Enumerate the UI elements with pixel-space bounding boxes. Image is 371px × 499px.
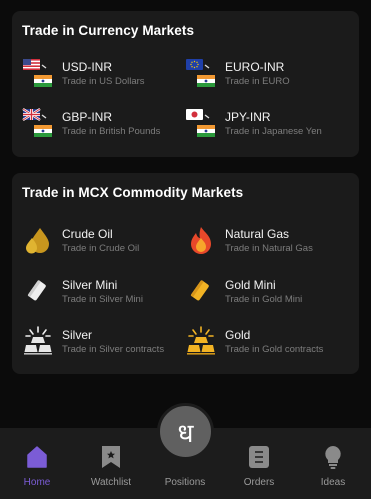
- gold-name: Gold: [225, 328, 251, 342]
- nav-watchlist-label: Watchlist: [90, 477, 132, 488]
- home-icon: [27, 446, 47, 468]
- silver-mini-item[interactable]: Silver Mini Trade in Silver Mini: [22, 275, 187, 309]
- silver-item[interactable]: Silver Trade in Silver contracts: [22, 325, 187, 359]
- gbp-inr-flags-icon: [22, 107, 52, 137]
- orders-icon: [249, 446, 269, 468]
- euro-inr-flags-icon: [186, 59, 215, 87]
- euro-inr-item[interactable]: EURO-INR Trade in EURO: [185, 57, 350, 91]
- gold-bars-stack-icon: [187, 326, 215, 355]
- nav-orders-label: Orders: [243, 477, 275, 488]
- silver-mini-subtitle: Trade in Silver Mini: [62, 294, 143, 305]
- flame-icon: [191, 227, 211, 254]
- usd-inr-item[interactable]: USD-INR Trade in US Dollars: [22, 57, 187, 91]
- positions-fab-button[interactable]: ध: [157, 403, 214, 460]
- natural-gas-item[interactable]: Natural Gas Trade in Natural Gas: [185, 224, 350, 258]
- gold-mini-subtitle: Trade in Gold Mini: [225, 294, 303, 305]
- nav-home[interactable]: Home: [0, 428, 74, 499]
- gold-mini-name: Gold Mini: [225, 278, 276, 292]
- gold-subtitle: Trade in Gold contracts: [225, 344, 324, 355]
- usd-inr-subtitle: Trade in US Dollars: [62, 76, 145, 87]
- usd-inr-flags-icon: [23, 59, 52, 87]
- currency-markets-title: Trade in Currency Markets: [22, 23, 195, 38]
- silver-name: Silver: [62, 328, 93, 342]
- oil-drops-icon: [26, 228, 49, 254]
- usd-inr-name: USD-INR: [62, 60, 112, 74]
- mcx-commodity-card: Trade in MCX Commodity Markets Crude Oil…: [12, 173, 359, 374]
- jpy-inr-item[interactable]: JPY-INR Trade in Japanese Yen: [185, 107, 350, 141]
- jpy-inr-flags-icon: [186, 109, 215, 137]
- nav-orders[interactable]: Orders: [222, 428, 296, 499]
- crude-oil-item[interactable]: Crude Oil Trade in Crude Oil: [22, 224, 187, 258]
- jpy-inr-subtitle: Trade in Japanese Yen: [225, 126, 322, 137]
- euro-inr-name: EURO-INR: [225, 60, 285, 74]
- silver-mini-name: Silver Mini: [62, 278, 118, 292]
- positions-fab-glyph: ध: [177, 419, 194, 449]
- nav-ideas[interactable]: Ideas: [296, 428, 370, 499]
- gold-item[interactable]: Gold Trade in Gold contracts: [185, 325, 350, 359]
- silver-subtitle: Trade in Silver contracts: [62, 344, 165, 355]
- natural-gas-name: Natural Gas: [225, 227, 290, 241]
- mcx-commodity-title: Trade in MCX Commodity Markets: [22, 185, 244, 200]
- natural-gas-subtitle: Trade in Natural Gas: [225, 243, 313, 254]
- gold-mini-item[interactable]: Gold Mini Trade in Gold Mini: [185, 275, 350, 309]
- gbp-inr-subtitle: Trade in British Pounds: [62, 126, 161, 137]
- gbp-inr-name: GBP-INR: [62, 110, 113, 124]
- euro-inr-subtitle: Trade in EURO: [225, 76, 290, 87]
- nav-ideas-label: Ideas: [320, 477, 346, 488]
- jpy-inr-name: JPY-INR: [225, 110, 271, 124]
- silver-bars-stack-icon: [24, 326, 52, 355]
- bookmark-icon: [102, 446, 120, 468]
- nav-home-label: Home: [23, 477, 51, 488]
- crude-oil-name: Crude Oil: [62, 227, 113, 241]
- silver-bar-icon: [27, 280, 46, 301]
- bulb-icon: [325, 446, 341, 469]
- nav-positions-label: Positions: [164, 477, 206, 488]
- crude-oil-subtitle: Trade in Crude Oil: [62, 243, 140, 254]
- currency-markets-card: Trade in Currency Markets USD-INR Trade …: [12, 11, 359, 157]
- gbp-inr-item[interactable]: GBP-INR Trade in British Pounds: [22, 107, 187, 141]
- nav-watchlist[interactable]: Watchlist: [74, 428, 148, 499]
- gold-bar-icon: [190, 280, 209, 301]
